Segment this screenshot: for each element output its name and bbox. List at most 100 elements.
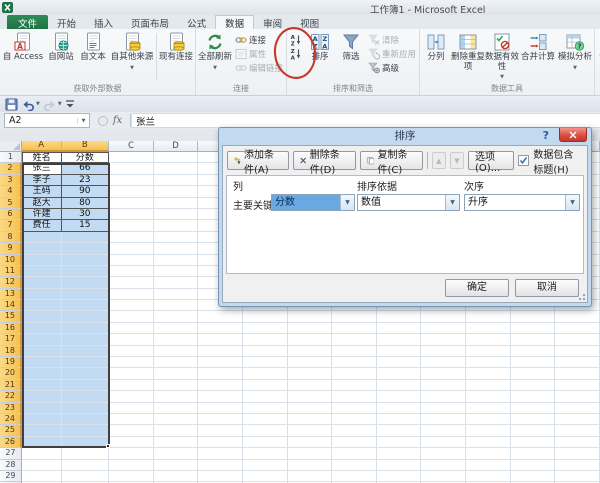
cell-L19[interactable] [510,357,556,369]
cell-A20[interactable] [21,368,62,380]
header-checkbox[interactable] [518,155,530,166]
cell-C6[interactable] [109,208,154,221]
row-header-2[interactable]: 2 [0,163,22,175]
cell-K21[interactable] [466,379,511,392]
row-header-17[interactable]: 17 [0,334,22,346]
cell-B28[interactable] [61,459,110,471]
cell-K24[interactable] [466,413,511,426]
cell-D16[interactable] [153,322,199,335]
cell-E26[interactable] [198,436,243,449]
cell-D19[interactable] [153,357,199,369]
cell-L21[interactable] [510,379,556,392]
cell-A23[interactable] [21,402,62,414]
cell-A29[interactable] [21,470,62,483]
cell-A8[interactable] [21,231,62,244]
cell-L28[interactable] [510,459,556,471]
remove-duplicates-button[interactable]: 删除重复项 [451,30,485,83]
cell-C19[interactable] [109,357,154,369]
cell-B29[interactable] [61,470,110,483]
cell-A7[interactable]: 费任 [21,220,62,232]
cell-B19[interactable] [61,357,110,369]
cell-G27[interactable] [287,448,333,460]
cell-C10[interactable] [109,254,154,266]
cell-C22[interactable] [109,391,154,403]
cell-D17[interactable] [153,334,199,346]
cell-A5[interactable]: 赵大 [21,197,62,209]
cell-D28[interactable] [153,459,199,471]
cell-B3[interactable]: 23 [61,174,110,187]
cell-F15[interactable] [242,311,288,323]
cell-D2[interactable] [153,163,199,175]
cell-G26[interactable] [287,436,333,449]
name-box-dropdown-icon[interactable]: ▼ [77,117,89,124]
cell-C20[interactable] [109,368,154,380]
data-validation-button[interactable]: 数据有效性 ▼ [485,30,519,83]
cell-G24[interactable] [287,413,333,426]
cell-A19[interactable] [21,357,62,369]
column-header-D[interactable]: D [153,141,199,152]
cell-M27[interactable] [555,448,600,460]
cell-B18[interactable] [61,345,110,358]
cell-C29[interactable] [109,470,154,483]
cell-I24[interactable] [376,413,422,426]
cell-B26[interactable] [61,436,110,449]
from-access-button[interactable]: A自 Access [1,30,45,83]
cell-L15[interactable] [510,311,556,323]
cell-C28[interactable] [109,459,154,471]
cell-D13[interactable] [153,288,199,301]
row-header-15[interactable]: 15 [0,311,22,323]
formula-input[interactable]: 张兰 [131,113,600,128]
cell-J21[interactable] [421,379,467,392]
cell-C23[interactable] [109,402,154,414]
cell-C2[interactable] [109,163,154,175]
cell-F16[interactable] [242,322,288,335]
cell-L22[interactable] [510,391,556,403]
cell-I26[interactable] [376,436,422,449]
cell-D11[interactable] [153,265,199,278]
cell-H17[interactable] [332,334,377,346]
tab-页面布局[interactable]: 页面布局 [122,15,178,30]
cell-L24[interactable] [510,413,556,426]
cell-E25[interactable] [198,425,243,437]
select-all-corner[interactable] [0,141,22,152]
cell-G18[interactable] [287,345,333,358]
cell-D25[interactable] [153,425,199,437]
name-box[interactable]: A2 ▼ [4,113,90,128]
cell-K29[interactable] [466,470,511,483]
cell-F19[interactable] [242,357,288,369]
cell-I16[interactable] [376,322,422,335]
sort-column-select[interactable]: 分数 ▼ [271,194,355,211]
cell-C13[interactable] [109,288,154,301]
cell-K17[interactable] [466,334,511,346]
cell-K15[interactable] [466,311,511,323]
cell-D27[interactable] [153,448,199,460]
cell-B22[interactable] [61,391,110,403]
row-header-23[interactable]: 23 [0,402,22,414]
cell-J15[interactable] [421,311,467,323]
cell-B12[interactable] [61,277,110,289]
cell-I25[interactable] [376,425,422,437]
sort-asc-button[interactable]: AZ [288,33,304,47]
cell-H18[interactable] [332,345,377,358]
cell-E21[interactable] [198,379,243,392]
cell-D7[interactable] [153,220,199,232]
cell-H23[interactable] [332,402,377,414]
row-header-7[interactable]: 7 [0,220,22,232]
cell-C1[interactable] [109,152,154,164]
cell-B15[interactable] [61,311,110,323]
cell-H28[interactable] [332,459,377,471]
cell-F28[interactable] [242,459,288,471]
cell-M22[interactable] [555,391,600,403]
cell-L18[interactable] [510,345,556,358]
cell-K16[interactable] [466,322,511,335]
row-header-13[interactable]: 13 [0,288,22,301]
cell-A12[interactable] [21,277,62,289]
connections-button[interactable]: 连接 [233,33,285,47]
cell-J20[interactable] [421,368,467,380]
cell-M24[interactable] [555,413,600,426]
cell-E15[interactable] [198,311,243,323]
cell-I20[interactable] [376,368,422,380]
cell-D6[interactable] [153,208,199,221]
cell-M28[interactable] [555,459,600,471]
save-icon[interactable] [5,97,18,111]
